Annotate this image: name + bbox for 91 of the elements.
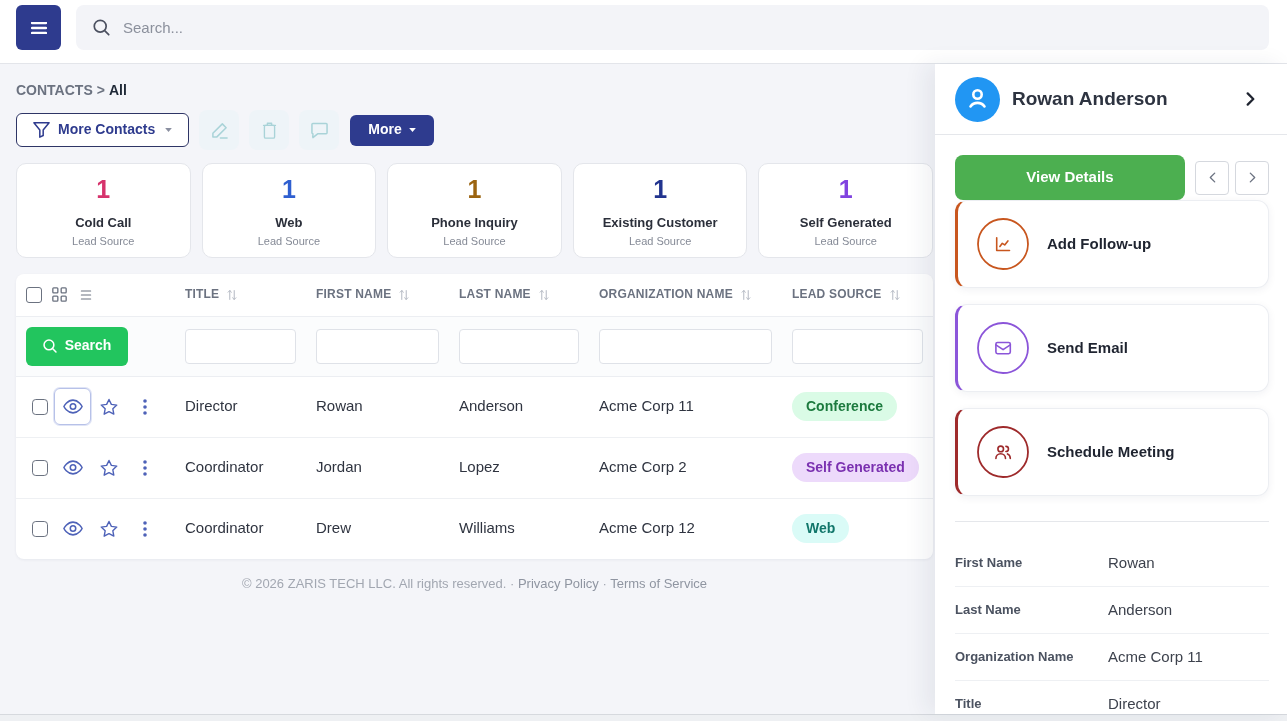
stat-label: Existing Customer (602, 215, 718, 231)
filter-field[interactable] (792, 328, 923, 364)
breadcrumb-separator: > (96, 82, 105, 98)
stat-sublabel: Lead Source (72, 234, 135, 248)
lead-source-tag: Web (792, 514, 850, 544)
filter-field[interactable] (599, 328, 772, 364)
caret-icon (408, 128, 416, 132)
field-label: Title (955, 695, 983, 713)
action-card[interactable]: Schedule Meeting (955, 408, 1269, 496)
stat-sublabel: Lead Source (257, 234, 321, 248)
column-header: FIRST NAME (316, 287, 392, 303)
table-cell: Lopez (449, 437, 589, 498)
field-value: Anderson (1108, 600, 1174, 620)
stat-count: 1 (653, 175, 668, 203)
pencil-icon (210, 121, 228, 139)
stat-count: 1 (96, 175, 111, 203)
row-checkbox[interactable] (32, 398, 48, 415)
grid-view-icon[interactable] (52, 287, 67, 303)
trash-icon (260, 121, 278, 139)
chevron-right-icon (1246, 92, 1255, 106)
column-header: ORGANIZATION NAME (599, 287, 733, 303)
action-card[interactable]: Add Follow-up (955, 200, 1269, 288)
stat-label: Self Generated (799, 215, 892, 231)
avatar-icon (955, 76, 1000, 122)
menu-icon (30, 21, 47, 34)
filter-field[interactable] (459, 328, 579, 364)
eye-icon (62, 399, 83, 414)
stat-sublabel: Lead Source (443, 234, 506, 248)
field-label: First Name (955, 554, 1024, 572)
table-cell: Jordan (306, 437, 449, 498)
filter-button[interactable]: More Contacts (16, 113, 189, 147)
envelope-icon (977, 322, 1029, 374)
action-card[interactable]: Send Email (955, 304, 1269, 392)
table-cell: Coordinator (175, 437, 306, 498)
kebab-icon (143, 520, 147, 537)
kebab-icon (143, 459, 147, 476)
chart-icon (977, 218, 1029, 270)
chat-bubble-icon (310, 121, 328, 139)
breadcrumb-current: All (108, 82, 127, 98)
stat-label: Web (275, 215, 303, 231)
table-cell: Drew (306, 498, 449, 559)
eye-icon (62, 521, 83, 537)
lead-source-tag: Self Generated (792, 453, 919, 482)
breadcrumb-link[interactable]: CONTACTS (16, 82, 93, 98)
column-header: LEAD SOURCE (792, 287, 882, 303)
chevron-right-icon (1248, 172, 1256, 183)
table-cell: Coordinator (175, 498, 306, 559)
field-label: Organization Name (955, 648, 1075, 666)
stat-count: 1 (467, 175, 482, 203)
stat-count: 1 (838, 175, 853, 203)
table-cell: Rowan (306, 376, 449, 437)
select-all-checkbox[interactable] (26, 286, 42, 303)
caret-icon (165, 128, 172, 132)
chevron-left-icon (1208, 172, 1216, 183)
search-field[interactable]: Search... (76, 5, 1269, 50)
filter-field[interactable] (185, 328, 296, 364)
contact-name: Rowan Anderson (1012, 87, 1169, 111)
field-value: Director (1108, 694, 1162, 714)
table-cell: Acme Corp 11 (589, 376, 782, 437)
row-checkbox[interactable] (32, 520, 48, 537)
filter-icon (33, 122, 50, 138)
eye-icon (62, 460, 83, 475)
people-icon (977, 426, 1029, 478)
kebab-icon (143, 398, 147, 415)
field-value: Acme Corp 11 (1108, 647, 1204, 667)
table-cell: Anderson (449, 376, 589, 437)
view-button[interactable] (54, 388, 91, 425)
action-title: Send Email (1047, 338, 1128, 358)
row-checkbox[interactable] (32, 459, 48, 476)
table-cell: Director (175, 376, 306, 437)
stat-label: Cold Call (75, 215, 132, 231)
stat-sublabel: Lead Source (628, 234, 692, 248)
column-header: LAST NAME (459, 287, 531, 303)
field-value: Rowan (1108, 553, 1156, 573)
lead-source-tag: Conference (792, 392, 898, 421)
search-icon (93, 19, 110, 36)
stat-count: 1 (281, 175, 296, 203)
more-button[interactable]: More (350, 114, 434, 146)
action-title: Schedule Meeting (1047, 442, 1175, 462)
field-label: Last Name (955, 601, 1022, 619)
column-header: TITLE (185, 287, 220, 303)
action-title: Add Follow-up (1047, 234, 1152, 254)
stat-sublabel: Lead Source (814, 234, 877, 248)
table-cell: Acme Corp 12 (589, 498, 782, 559)
footer-text: © 2026 ZARIS TECH LLC. All rights reserved. · Privacy Policy · Terms of Service (240, 577, 708, 591)
table-cell: Acme Corp 2 (589, 437, 782, 498)
search-icon (42, 339, 57, 353)
menu-button[interactable] (16, 5, 61, 50)
stat-label: Phone Inquiry (431, 215, 518, 231)
table-cell: Williams (449, 498, 589, 559)
filter-field[interactable] (316, 328, 439, 364)
